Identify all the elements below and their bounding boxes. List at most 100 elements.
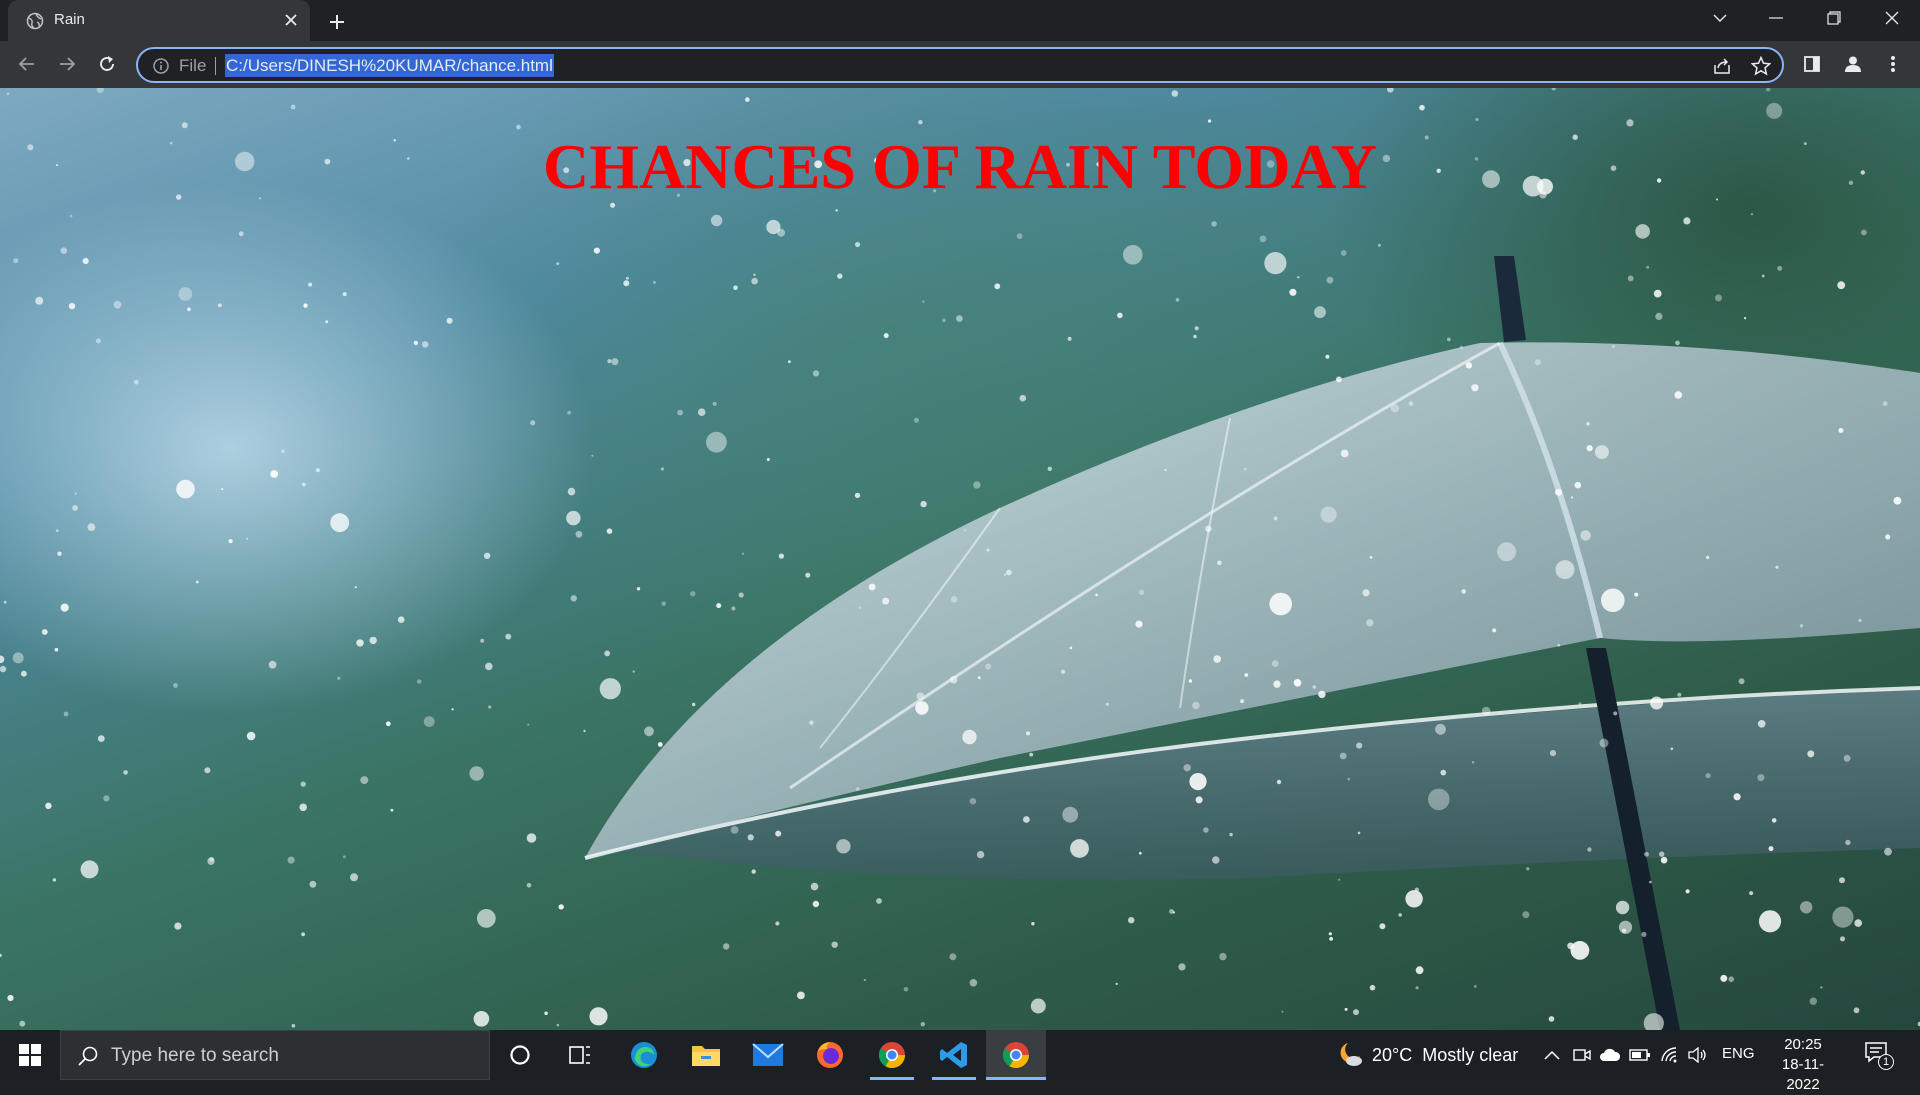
raindrop: [1175, 298, 1180, 302]
raindrop: [103, 795, 110, 802]
raindrop: [858, 606, 862, 609]
raindrop: [1293, 679, 1302, 687]
language-indicator[interactable]: ENG: [1722, 1045, 1755, 1062]
raindrop: [246, 537, 248, 540]
raindrop: [1347, 777, 1351, 781]
raindrop: [1599, 738, 1609, 748]
address-bar[interactable]: File C:/Users/DINESH%20KUMAR/chance.html: [136, 47, 1784, 83]
raindrop: [1551, 88, 1556, 91]
mail-icon[interactable]: [738, 1030, 798, 1080]
notification-center-icon[interactable]: 1: [1864, 1040, 1900, 1070]
raindrop: [660, 467, 665, 471]
raindrop: [1613, 711, 1618, 716]
wifi-icon[interactable]: [1658, 1043, 1682, 1067]
tab-search-chevron-icon[interactable]: [1692, 0, 1748, 36]
raindrop: [299, 803, 308, 812]
raindrop: [1320, 506, 1337, 523]
raindrop: [956, 315, 963, 322]
browser-tab[interactable]: Rain: [8, 0, 310, 41]
raindrop: [788, 360, 791, 364]
side-panel-icon[interactable]: [1797, 49, 1827, 79]
firefox-icon[interactable]: [800, 1030, 860, 1080]
raindrop: [1587, 847, 1592, 852]
raindrop: [1715, 294, 1722, 302]
raindrop: [835, 209, 838, 212]
meet-now-icon[interactable]: [1570, 1043, 1594, 1067]
raindrop: [1269, 592, 1292, 616]
menu-kebab-icon[interactable]: [1878, 49, 1908, 79]
raindrop: [218, 303, 222, 308]
back-arrow-icon[interactable]: [12, 49, 42, 79]
forward-arrow-icon[interactable]: [52, 49, 82, 79]
bookmark-star-icon[interactable]: [1750, 55, 1772, 77]
raindrop: [710, 214, 723, 227]
cortana-icon[interactable]: [490, 1030, 550, 1080]
chrome-active-icon[interactable]: [986, 1030, 1046, 1080]
new-tab-plus-icon[interactable]: [324, 9, 350, 35]
vscode-icon[interactable]: [924, 1030, 984, 1080]
raindrop: [1615, 900, 1630, 915]
raindrop: [1377, 243, 1381, 247]
raindrop: [342, 292, 347, 297]
raindrop: [60, 247, 68, 254]
raindrop: [476, 909, 496, 928]
raindrop: [181, 122, 188, 129]
raindrop: [80, 860, 99, 879]
raindrop: [589, 1007, 608, 1026]
windows-start-icon[interactable]: [0, 1030, 60, 1080]
minimize-icon[interactable]: [1748, 0, 1804, 36]
edge-browser-icon[interactable]: [614, 1030, 674, 1080]
raindrop: [575, 530, 583, 538]
raindrop: [97, 735, 105, 742]
raindrop: [766, 219, 781, 235]
raindrop: [567, 410, 571, 415]
raindrop: [238, 231, 244, 237]
raindrop: [854, 492, 861, 499]
share-icon[interactable]: [1711, 55, 1733, 77]
raindrop: [55, 529, 59, 532]
raindrop: [1586, 445, 1593, 452]
raindrop: [0, 953, 2, 957]
raindrop: [1328, 932, 1332, 936]
url-text[interactable]: C:/Users/DINESH%20KUMAR/chance.html: [225, 54, 554, 77]
onedrive-cloud-icon[interactable]: [1598, 1043, 1622, 1067]
raindrop: [653, 281, 656, 284]
tab-close-icon[interactable]: [280, 9, 302, 31]
raindrop: [556, 1023, 560, 1027]
raindrop: [1379, 923, 1386, 930]
raindrop: [1677, 692, 1682, 697]
raindrop: [290, 104, 296, 110]
raindrop: [342, 855, 346, 859]
raindrop: [413, 340, 419, 346]
raindrop: [1861, 229, 1867, 236]
restore-icon[interactable]: [1806, 0, 1862, 36]
chrome-icon[interactable]: [862, 1030, 922, 1080]
site-info-icon[interactable]: [152, 57, 170, 75]
raindrop: [195, 580, 199, 584]
raindrop: [583, 729, 586, 733]
raindrop: [962, 729, 977, 745]
raindrop: [1336, 376, 1342, 383]
raindrop: [1192, 701, 1200, 710]
taskbar-search-input[interactable]: Type here to search: [60, 1030, 490, 1080]
close-window-icon[interactable]: [1864, 0, 1920, 36]
raindrop: [1548, 1016, 1555, 1022]
raindrop: [1839, 877, 1845, 884]
raindrop: [1105, 702, 1109, 706]
raindrop: [1481, 706, 1491, 716]
raindrop: [74, 492, 77, 495]
raindrop: [1281, 1010, 1284, 1013]
raindrop: [1643, 1013, 1664, 1030]
raindrop: [1408, 401, 1414, 406]
file-explorer-icon[interactable]: [676, 1030, 736, 1080]
battery-icon[interactable]: [1628, 1043, 1652, 1067]
raindrop: [753, 273, 756, 276]
profile-avatar-icon[interactable]: [1838, 49, 1868, 79]
reload-icon[interactable]: [92, 49, 122, 79]
volume-icon[interactable]: [1686, 1043, 1710, 1067]
weather-widget[interactable]: 20°C Mostly clear: [1334, 1030, 1518, 1080]
raindrop: [1398, 913, 1402, 917]
task-view-icon[interactable]: [550, 1030, 610, 1080]
chevron-up-icon[interactable]: [1540, 1043, 1564, 1067]
clock[interactable]: 20:25 18-11-2022: [1768, 1035, 1838, 1095]
